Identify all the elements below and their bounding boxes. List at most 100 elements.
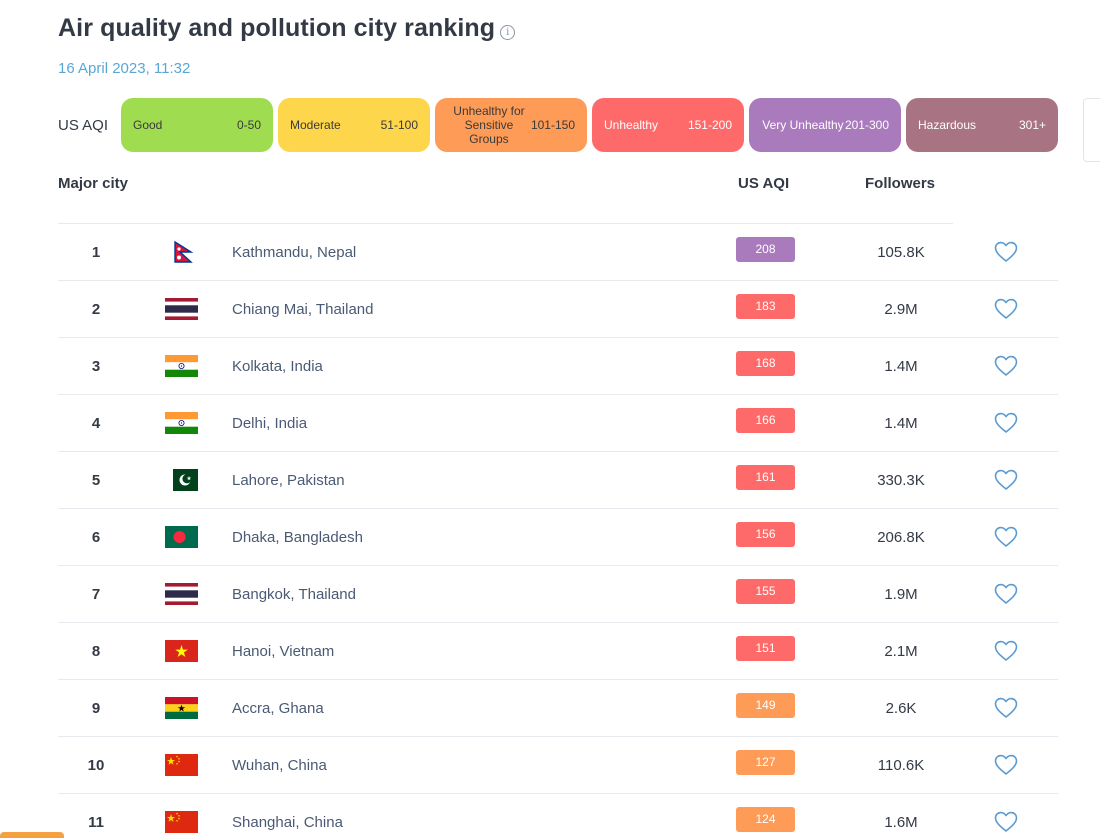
city-link[interactable]: Wuhan, China — [232, 757, 327, 774]
heart-icon[interactable] — [994, 526, 1018, 548]
flag-ghana — [165, 697, 198, 719]
flag-thailand — [165, 583, 198, 605]
bottom-tab[interactable] — [0, 832, 64, 838]
table-row: 9 Accra, Ghana 149 2.6K — [58, 680, 1058, 737]
table-row: 2 Chiang Mai, Thailand 183 2.9M — [58, 281, 1058, 338]
legend-item-name: Hazardous — [918, 118, 977, 132]
aqi-badge: 155 — [736, 579, 795, 604]
flag-india — [165, 355, 198, 377]
header-major-city: Major city — [58, 175, 129, 192]
header-followers[interactable]: Followers — [865, 175, 935, 192]
legend-item-name: Unhealthy for Sensitive Groups — [453, 104, 525, 146]
followers-count: 206.8K — [877, 529, 925, 546]
legend-item-unhealthy: Unhealthy 151-200 — [592, 98, 744, 152]
legend-item-good: Good 0-50 — [121, 98, 273, 152]
followers-count: 105.8K — [877, 244, 925, 261]
update-timestamp: 16 April 2023, 11:32 — [58, 60, 191, 77]
flag-bangladesh — [165, 526, 198, 548]
heart-icon[interactable] — [994, 811, 1018, 833]
flag-india — [165, 412, 198, 434]
followers-count: 110.6K — [877, 757, 925, 774]
legend-item-unhealthy-sensitive: Unhealthy for Sensitive Groups 101-150 — [435, 98, 587, 152]
heart-icon[interactable] — [994, 412, 1018, 434]
side-panel-edge — [1083, 98, 1100, 162]
aqi-badge: 127 — [736, 750, 795, 775]
legend-item-range: 0-50 — [236, 118, 261, 132]
legend-item-range: 101-150 — [530, 118, 575, 132]
city-link[interactable]: Kathmandu, Nepal — [232, 244, 356, 261]
rank-number: 9 — [91, 700, 101, 717]
legend-item-range: 301+ — [1018, 118, 1046, 132]
followers-count: 2.9M — [884, 301, 918, 318]
city-link[interactable]: Chiang Mai, Thailand — [232, 301, 373, 318]
header-us-aqi[interactable]: US AQI — [738, 175, 789, 192]
legend-item-name: Good — [133, 118, 163, 132]
city-link[interactable]: Lahore, Pakistan — [232, 472, 345, 489]
followers-count: 2.6K — [885, 700, 917, 717]
city-link[interactable]: Bangkok, Thailand — [232, 586, 356, 603]
followers-count: 1.4M — [884, 415, 918, 432]
rank-number: 1 — [91, 244, 101, 261]
aqi-badge: 168 — [736, 351, 795, 376]
rank-number: 4 — [91, 415, 101, 432]
heart-icon[interactable] — [994, 355, 1018, 377]
followers-count: 330.3K — [877, 472, 925, 489]
rank-number: 11 — [88, 814, 104, 831]
table-row: 8 Hanoi, Vietnam 151 2.1M — [58, 623, 1058, 680]
heart-icon[interactable] — [994, 697, 1018, 719]
followers-count: 2.1M — [884, 643, 918, 660]
flag-pakistan — [165, 469, 198, 491]
legend-item-range: 51-100 — [380, 118, 418, 132]
heart-icon[interactable] — [994, 469, 1018, 491]
rank-number: 3 — [91, 358, 101, 375]
heart-icon[interactable] — [994, 754, 1018, 776]
aqi-badge: 124 — [736, 807, 795, 832]
aqi-badge: 149 — [736, 693, 795, 718]
legend-item-moderate: Moderate 51-100 — [278, 98, 430, 152]
city-link[interactable]: Shanghai, China — [232, 814, 343, 831]
ranking-table: 1 Kathmandu, Nepal 208 105.8K 2 Chiang M… — [58, 224, 1058, 838]
rank-number: 7 — [91, 586, 101, 603]
table-row: 6 Dhaka, Bangladesh 156 206.8K — [58, 509, 1058, 566]
followers-count: 1.4M — [884, 358, 918, 375]
flag-china — [165, 754, 198, 776]
aqi-badge: 151 — [736, 636, 795, 661]
aqi-badge: 208 — [736, 237, 795, 262]
city-link[interactable]: Delhi, India — [232, 415, 307, 432]
table-row: 3 Kolkata, India 168 1.4M — [58, 338, 1058, 395]
city-link[interactable]: Accra, Ghana — [232, 700, 324, 717]
legend-item-hazardous: Hazardous 301+ — [906, 98, 1058, 152]
table-row: 11 Shanghai, China 124 1.6M — [58, 794, 1058, 838]
heart-icon[interactable] — [994, 583, 1018, 605]
aqi-badge: 156 — [736, 522, 795, 547]
title-row: Air quality and pollution city ranking i — [58, 14, 516, 43]
city-link[interactable]: Kolkata, India — [232, 358, 323, 375]
legend-item-very-unhealthy: Very Unhealthy 201-300 — [749, 98, 901, 152]
followers-count: 1.6M — [884, 814, 918, 831]
page-title: Air quality and pollution city ranking — [58, 14, 496, 42]
table-row: 1 Kathmandu, Nepal 208 105.8K — [58, 224, 1058, 281]
flag-china — [165, 811, 198, 833]
legend-label: US AQI — [58, 116, 109, 134]
rank-number: 5 — [91, 472, 101, 489]
table-row: 7 Bangkok, Thailand 155 1.9M — [58, 566, 1058, 623]
aqi-legend: US AQI Good 0-50 Moderate 51-100 Unhealt… — [58, 98, 1063, 152]
rank-number: 2 — [91, 301, 101, 318]
city-link[interactable]: Hanoi, Vietnam — [232, 643, 334, 660]
aqi-badge: 183 — [736, 294, 795, 319]
aqi-badge: 166 — [736, 408, 795, 433]
heart-icon[interactable] — [994, 298, 1018, 320]
info-icon[interactable]: i — [500, 25, 516, 40]
heart-icon[interactable] — [994, 640, 1018, 662]
city-link[interactable]: Dhaka, Bangladesh — [232, 529, 363, 546]
table-row: 10 Wuhan, China 127 110.6K — [58, 737, 1058, 794]
flag-nepal — [165, 240, 198, 263]
table-row: 5 Lahore, Pakistan 161 330.3K — [58, 452, 1058, 509]
legend-item-range: 151-200 — [687, 118, 732, 132]
flag-thailand — [165, 298, 198, 320]
heart-icon[interactable] — [994, 241, 1018, 263]
legend-item-name: Very Unhealthy — [762, 118, 844, 132]
legend-item-range: 201-300 — [844, 118, 889, 132]
rank-number: 10 — [87, 757, 105, 774]
ranking-page: Air quality and pollution city ranking i… — [0, 0, 1100, 838]
